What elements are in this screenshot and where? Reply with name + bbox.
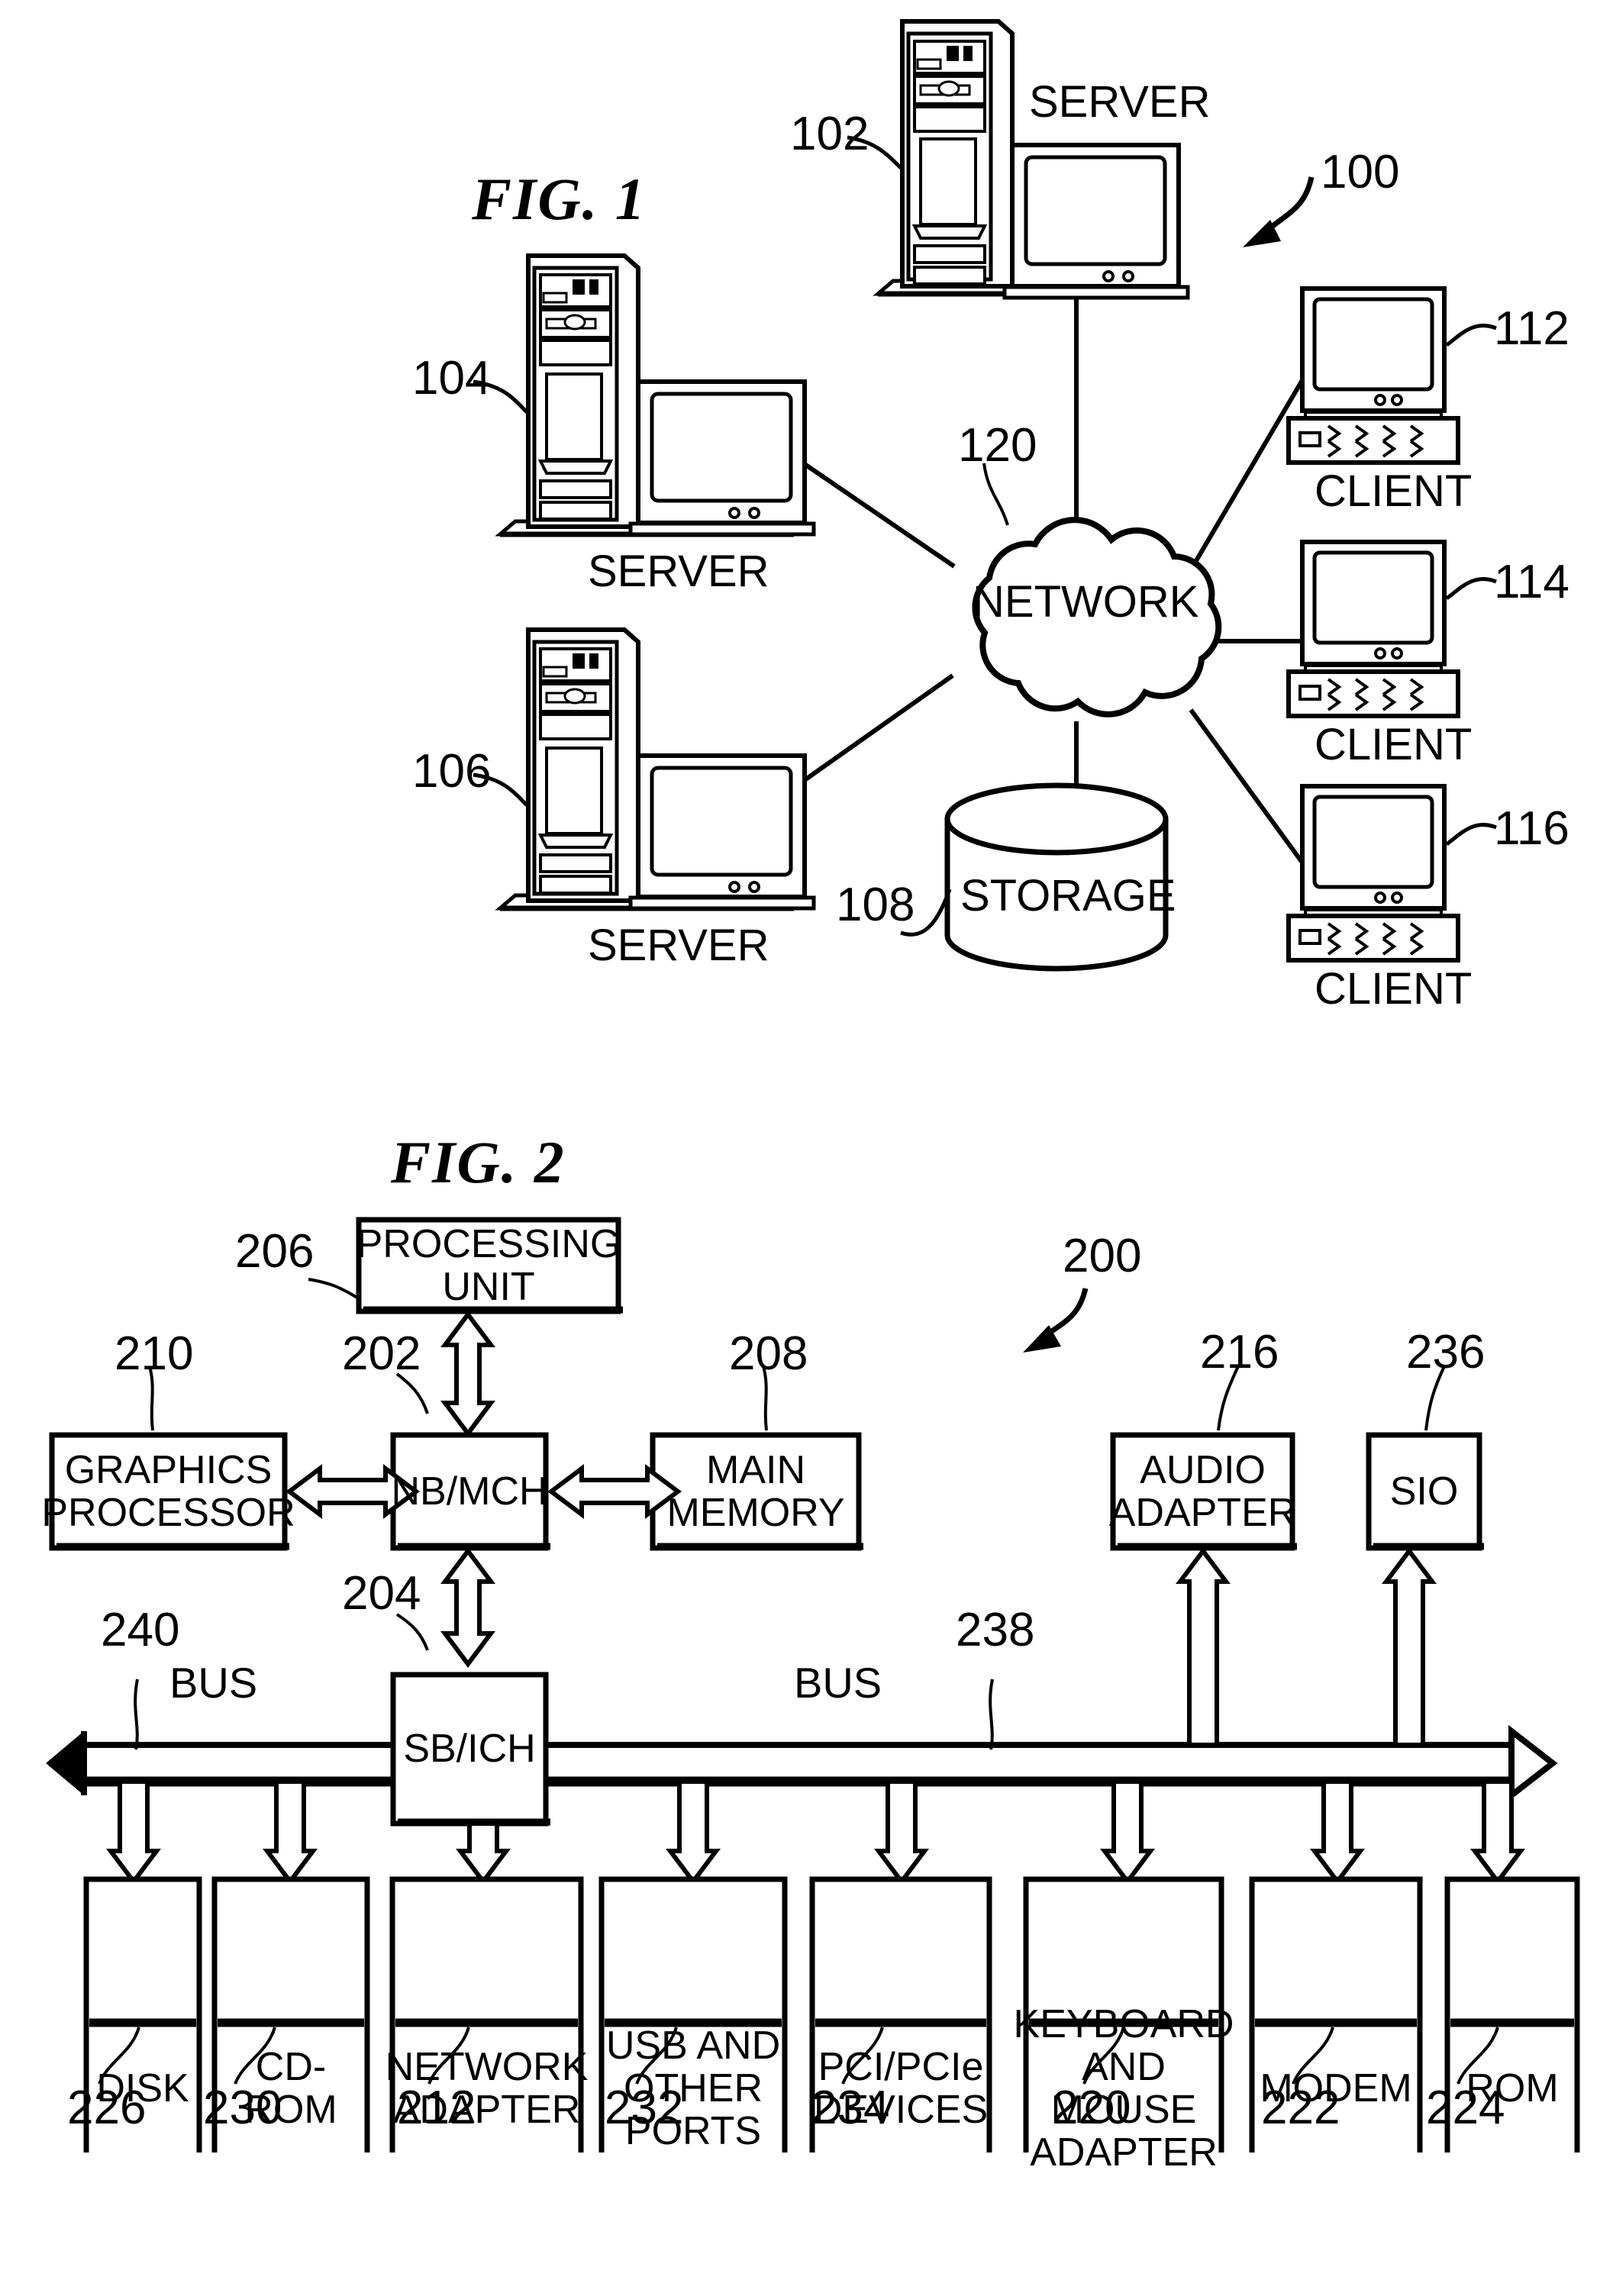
client-116-graphic (1286, 784, 1460, 963)
graphics-processor-box (49, 1432, 288, 1551)
ref-label-226: 226 (67, 2082, 147, 2134)
server-106-caption: SERVER (588, 921, 769, 970)
bus-label-right: BUS (794, 1659, 882, 1707)
ref-label-216: 216 (1200, 1326, 1279, 1379)
ref-label-102: 102 (790, 108, 869, 160)
network-cloud-label: NETWORK (973, 577, 1199, 627)
ref-label-208: 208 (729, 1327, 808, 1380)
ref-label-202: 202 (342, 1327, 421, 1380)
bus-202-arrow (440, 1311, 495, 1437)
ref-label-200: 200 (1063, 1230, 1142, 1282)
server-104-caption: SERVER (588, 547, 769, 596)
system-bus (84, 1742, 1511, 1785)
ref-label-230: 230 (203, 2082, 282, 2134)
server-104-graphic (495, 253, 816, 537)
main-memory-box (650, 1432, 862, 1551)
ref-label-206: 206 (235, 1225, 315, 1278)
ref-label-116: 116 (1494, 802, 1569, 855)
ref-label-108: 108 (836, 879, 915, 931)
nb-mm-arrow (547, 1464, 682, 1519)
ref-label-232: 232 (605, 2082, 684, 2134)
ref-label-204: 204 (342, 1567, 421, 1620)
sio-box (1366, 1432, 1482, 1551)
ref-label-112: 112 (1494, 302, 1569, 355)
server-102-graphic (873, 19, 1190, 300)
sb-ich-box (390, 1672, 549, 1827)
drawing-canvas (46, 19, 1580, 2152)
ref-label-222: 222 (1261, 2082, 1340, 2134)
processing-unit-box (356, 1217, 621, 1314)
ref-label-210: 210 (115, 1327, 194, 1380)
system-100-arrow (1243, 176, 1315, 247)
bus-down-arrows (106, 1779, 1525, 1885)
client-112-caption: CLIENT (1315, 466, 1473, 516)
ref-label-234: 234 (811, 2082, 890, 2134)
client-114-caption: CLIENT (1315, 720, 1473, 769)
ref-label-100: 100 (1321, 146, 1400, 198)
audio-adapter-box (1110, 1432, 1295, 1551)
figure-1-title: FIG. 1 (472, 166, 647, 232)
ref-label-240: 240 (101, 1604, 180, 1656)
gp-nb-arrow (286, 1464, 420, 1519)
server-102-caption: SERVER (1029, 77, 1211, 127)
ref-label-212: 212 (397, 2082, 476, 2134)
client-116-caption: CLIENT (1315, 964, 1473, 1014)
figure-2-title: FIG. 2 (391, 1129, 566, 1195)
bus-204-arrow (440, 1547, 495, 1668)
ref-label-224: 224 (1426, 2082, 1505, 2134)
ref-label-104: 104 (412, 352, 492, 405)
ref-label-236: 236 (1406, 1326, 1486, 1379)
ref-label-238: 238 (956, 1604, 1035, 1656)
ref-label-106: 106 (412, 745, 492, 798)
bus-to-sio-arrow (1382, 1547, 1437, 1747)
ref-label-120: 120 (958, 419, 1037, 472)
system-200-arrow (1023, 1288, 1089, 1353)
patent-drawing-sheet: FIG. 1 102 100 104 106 108 120 112 114 1… (0, 0, 1613, 2174)
bus-to-audio-arrow (1176, 1547, 1231, 1747)
ref-label-220: 220 (1052, 2082, 1131, 2134)
client-114-graphic (1286, 540, 1460, 718)
server-106-graphic (495, 627, 816, 911)
bus-label-left: BUS (169, 1659, 258, 1707)
ref-label-114: 114 (1494, 556, 1569, 608)
storage-label: STORAGE (960, 871, 1176, 921)
client-112-graphic (1286, 286, 1460, 465)
